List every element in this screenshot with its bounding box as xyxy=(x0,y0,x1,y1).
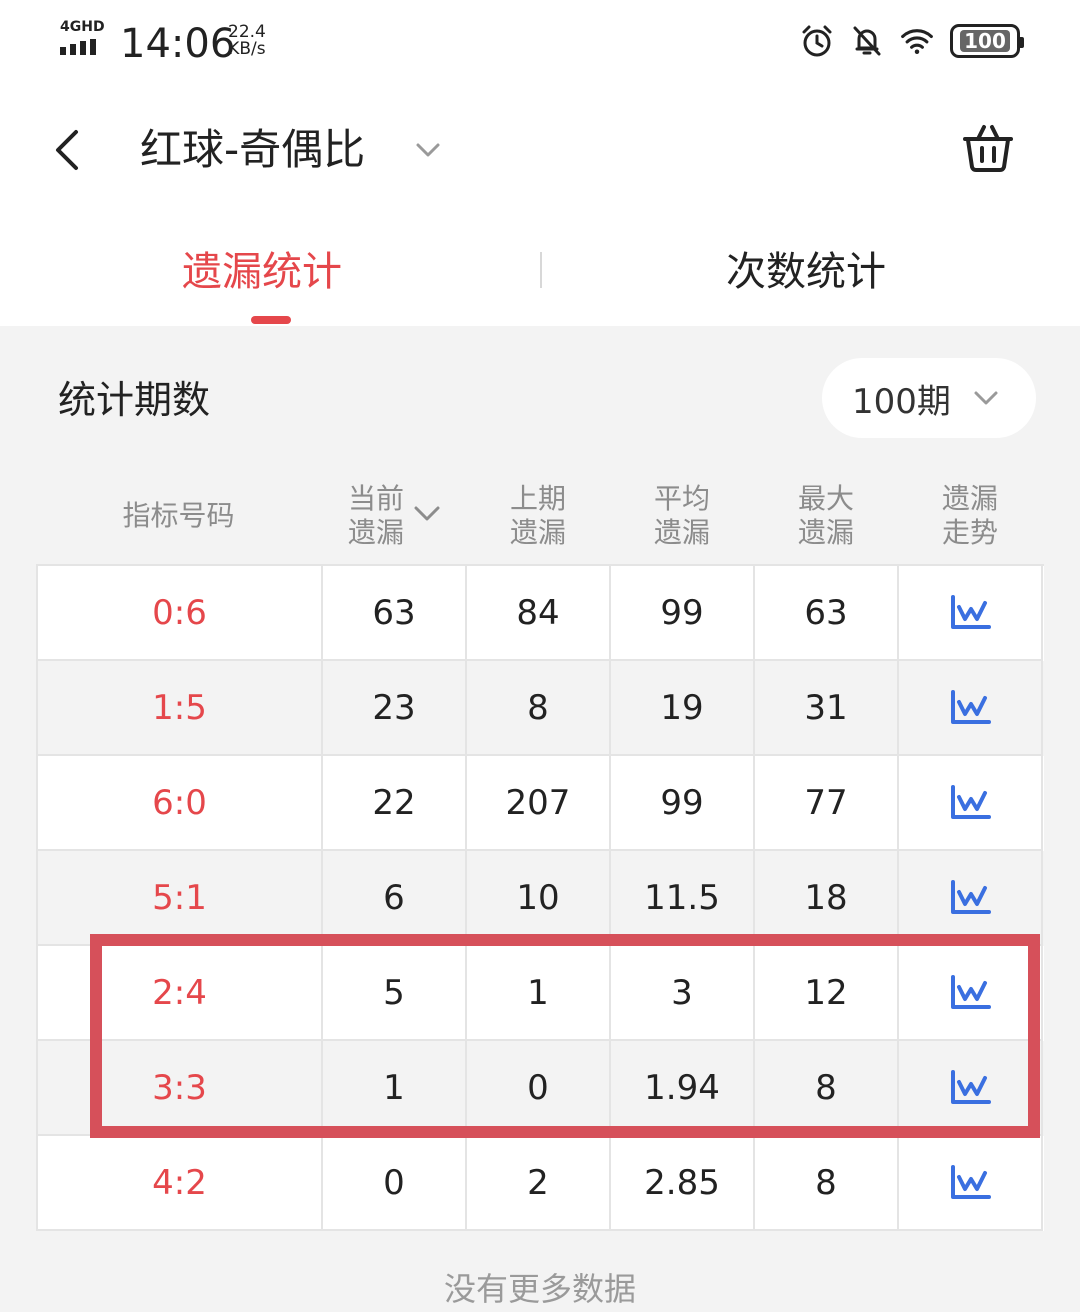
status-bar: 4GHD 14:06 22.4 KB/s 100 xyxy=(0,0,1080,90)
header-max-line2: 遗漏 xyxy=(797,516,854,549)
table-row: 5:1 6 10 11.5 18 xyxy=(38,851,1044,946)
back-button[interactable] xyxy=(42,120,92,180)
network-type: 4GHD xyxy=(60,19,105,35)
row-previous: 207 xyxy=(467,756,611,851)
row-code: 5:1 xyxy=(38,851,323,946)
highlight-box xyxy=(90,934,1040,1138)
trend-chart-icon xyxy=(951,594,991,629)
header-average: 平均 遗漏 xyxy=(610,482,754,550)
row-average: 2.85 xyxy=(611,1136,755,1231)
header-trend-line1: 遗漏 xyxy=(941,482,998,515)
header-current[interactable]: 当前 遗漏 xyxy=(340,482,412,550)
trend-button[interactable] xyxy=(899,566,1043,661)
no-more-data-text: 没有更多数据 xyxy=(443,1270,636,1308)
header-code: 指标号码 xyxy=(36,499,321,533)
signal-indicator: 4GHD xyxy=(60,20,108,55)
row-current: 6 xyxy=(323,851,467,946)
trend-chart-icon xyxy=(951,879,991,914)
header-current-line2: 遗漏 xyxy=(347,516,404,549)
header-previous-line1: 上期 xyxy=(509,482,566,515)
header-code-label: 指标号码 xyxy=(122,499,235,532)
table-row: 0:6 63 84 99 63 xyxy=(38,566,1044,661)
row-average: 19 xyxy=(611,661,755,756)
row-previous: 8 xyxy=(467,661,611,756)
header-average-line1: 平均 xyxy=(653,482,710,515)
tab-divider xyxy=(540,252,542,288)
trend-button[interactable] xyxy=(899,756,1043,851)
chevron-down-icon xyxy=(974,391,998,405)
row-current: 0 xyxy=(323,1136,467,1231)
row-max: 18 xyxy=(755,851,899,946)
header-previous: 上期 遗漏 xyxy=(466,482,610,550)
row-current: 22 xyxy=(323,756,467,851)
header-current-line1: 当前 xyxy=(347,482,404,515)
trend-chart-icon xyxy=(951,1164,991,1199)
trend-button[interactable] xyxy=(899,1136,1043,1231)
row-code: 1:5 xyxy=(38,661,323,756)
sort-down-icon[interactable] xyxy=(412,502,442,526)
header-trend: 遗漏 走势 xyxy=(898,482,1042,550)
row-average: 11.5 xyxy=(611,851,755,946)
header-max: 最大 遗漏 xyxy=(754,482,898,550)
period-selected-value: 100期 xyxy=(852,381,951,422)
row-max: 31 xyxy=(755,661,899,756)
mute-bell-icon xyxy=(850,24,884,58)
alarm-icon xyxy=(800,24,834,58)
basket-button[interactable] xyxy=(958,118,1018,178)
row-max: 77 xyxy=(755,756,899,851)
row-max: 8 xyxy=(755,1136,899,1231)
row-current: 63 xyxy=(323,566,467,661)
page-title[interactable]: 红球-奇偶比 xyxy=(140,120,365,180)
row-current: 23 xyxy=(323,661,467,756)
trend-chart-icon xyxy=(951,689,991,724)
battery-icon: 100 xyxy=(950,24,1024,58)
chevron-down-icon xyxy=(416,143,440,157)
row-previous: 2 xyxy=(467,1136,611,1231)
header-trend-line2: 走势 xyxy=(941,516,998,549)
row-previous: 10 xyxy=(467,851,611,946)
row-previous: 84 xyxy=(467,566,611,661)
table-row: 4:2 0 2 2.85 8 xyxy=(38,1136,1044,1231)
title-dropdown-button[interactable] xyxy=(410,132,446,168)
active-tab-indicator xyxy=(251,316,291,324)
signal-icon xyxy=(60,39,108,55)
table-row: 1:5 23 8 19 31 xyxy=(38,661,1044,756)
chevron-left-icon xyxy=(56,130,78,170)
header-average-line2: 遗漏 xyxy=(653,516,710,549)
clock: 14:06 xyxy=(120,21,236,67)
network-speed: 22.4 KB/s xyxy=(228,24,266,58)
tab-omission-stats[interactable]: 遗漏统计 xyxy=(182,244,342,300)
tab-count-stats[interactable]: 次数统计 xyxy=(726,244,886,300)
row-average: 99 xyxy=(611,756,755,851)
period-label: 统计期数 xyxy=(58,378,211,422)
header-previous-line2: 遗漏 xyxy=(509,516,566,549)
wifi-icon xyxy=(900,24,934,58)
basket-icon xyxy=(963,125,1013,172)
trend-button[interactable] xyxy=(899,851,1043,946)
status-icons: 100 xyxy=(800,24,1024,58)
row-code: 6:0 xyxy=(38,756,323,851)
header-max-line1: 最大 xyxy=(797,482,854,515)
row-code: 0:6 xyxy=(38,566,323,661)
speed-unit: KB/s xyxy=(228,39,266,59)
trend-chart-icon xyxy=(951,784,991,819)
row-max: 63 xyxy=(755,566,899,661)
period-dropdown[interactable]: 100期 xyxy=(822,358,1036,438)
tab-bar: 遗漏统计 次数统计 xyxy=(0,210,1080,326)
row-average: 99 xyxy=(611,566,755,661)
trend-button[interactable] xyxy=(899,661,1043,756)
row-code: 4:2 xyxy=(38,1136,323,1231)
battery-level: 100 xyxy=(960,30,1010,52)
table-row: 6:0 22 207 99 77 xyxy=(38,756,1044,851)
app-header: 红球-奇偶比 xyxy=(0,90,1080,210)
